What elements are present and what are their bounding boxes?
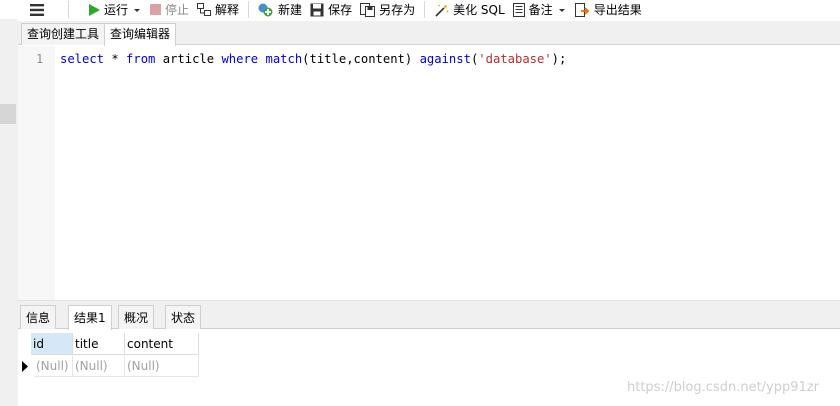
left-panel-handle[interactable] — [0, 104, 16, 124]
table-cell[interactable]: (Null) — [125, 356, 199, 377]
save-as-label: 另存为 — [379, 3, 416, 17]
play-icon — [89, 3, 100, 16]
current-row-arrow-icon — [22, 361, 28, 372]
export-results-button[interactable]: 导出结果 — [571, 0, 646, 19]
run-label: 运行 — [104, 3, 129, 17]
tab-query-editor[interactable]: 查询编辑器 — [104, 23, 177, 46]
comment-button[interactable]: 备注 — [509, 0, 571, 19]
save-as-button[interactable]: 另存为 — [356, 0, 419, 19]
watermark-text: https://blog.csdn.net/ypp91zr — [627, 380, 819, 395]
result-tab-bar: 信息 结果1 概况 状态 — [18, 304, 840, 330]
table-cell[interactable]: (Null) — [34, 356, 73, 377]
stop-button[interactable]: 停止 — [146, 0, 193, 19]
new-label: 新建 — [278, 3, 303, 17]
result-grid[interactable]: id title content (Null) (Null) (Null) — [18, 333, 199, 377]
beautify-sql-button[interactable]: 美化 SQL — [430, 0, 509, 19]
magic-wand-icon — [435, 4, 449, 17]
comment-label: 备注 — [528, 3, 553, 17]
sql-code-line[interactable]: select * from article where match(title,… — [60, 52, 566, 66]
run-button[interactable]: 运行 — [74, 0, 146, 19]
sql-editor[interactable]: 1 select * from article where match(titl… — [18, 46, 840, 300]
dropdown-arrow-icon[interactable] — [557, 5, 567, 15]
toolbar-separator — [248, 1, 250, 18]
dropdown-arrow-icon[interactable] — [132, 5, 142, 15]
sql-token: (title,content) — [302, 52, 420, 66]
editor-tab-bar: 查询创建工具 查询编辑器 — [18, 21, 840, 46]
explain-button[interactable]: 解释 — [193, 0, 243, 19]
sql-token: * — [104, 52, 127, 66]
toolbar-separator — [68, 1, 69, 18]
column-header-title[interactable]: title — [73, 333, 125, 355]
tab-status[interactable]: 状态 — [165, 305, 202, 329]
row-indicator[interactable] — [18, 356, 31, 377]
left-side-panel — [0, 0, 18, 406]
line-number: 1 — [36, 52, 44, 66]
menu-button[interactable] — [0, 0, 52, 19]
new-query-icon — [258, 3, 273, 16]
toolbar: 运行 停止 解释 新建 保存 另存为 美化 SQL 备注 导出结果 — [0, 0, 840, 19]
save-label: 保存 — [328, 3, 353, 17]
tab-result-1[interactable]: 结果1 — [68, 305, 112, 330]
tab-overview[interactable]: 概况 — [118, 305, 155, 329]
sql-token: ); — [551, 52, 567, 66]
new-button[interactable]: 新建 — [254, 0, 306, 19]
export-results-label: 导出结果 — [593, 3, 642, 17]
stop-icon — [150, 4, 162, 15]
table-cell[interactable]: (Null) — [73, 356, 125, 377]
save-icon — [310, 3, 324, 16]
sql-token: where — [221, 52, 259, 66]
stop-label: 停止 — [165, 3, 190, 17]
column-header-id[interactable]: id — [31, 333, 73, 355]
sql-token: select — [60, 52, 105, 66]
export-icon — [574, 2, 589, 17]
comment-document-icon — [512, 2, 525, 17]
tab-info[interactable]: 信息 — [20, 305, 57, 329]
beautify-sql-label: 美化 SQL — [453, 3, 505, 17]
sql-token: against — [419, 52, 471, 66]
tab-query-builder[interactable]: 查询创建工具 — [21, 23, 106, 45]
save-as-icon — [360, 2, 376, 17]
toolbar-separator — [424, 1, 426, 18]
column-header-content[interactable]: content — [125, 333, 199, 355]
sql-token: from — [126, 52, 156, 66]
explain-label: 解释 — [215, 3, 240, 17]
sql-token: article — [155, 52, 222, 66]
hamburger-menu-icon — [30, 3, 44, 16]
explain-icon — [197, 3, 212, 16]
sql-token: 'database' — [478, 52, 552, 66]
save-button[interactable]: 保存 — [306, 0, 356, 19]
line-number-gutter: 1 — [18, 46, 55, 300]
sql-token: match — [265, 52, 303, 66]
